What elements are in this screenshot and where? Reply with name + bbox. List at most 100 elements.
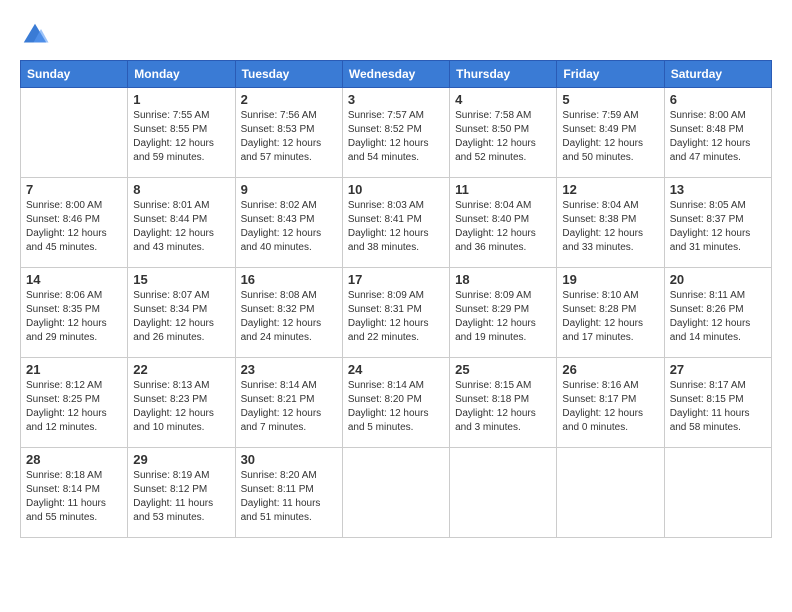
calendar-cell: 5 Sunrise: 7:59 AM Sunset: 8:49 PM Daylig…	[557, 88, 664, 178]
day-info: Sunrise: 7:56 AM Sunset: 8:53 PM Dayligh…	[241, 109, 337, 165]
calendar-cell: 4 Sunrise: 7:58 AM Sunset: 8:50 PM Daylig…	[450, 88, 557, 178]
day-info: Sunrise: 7:55 AM Sunset: 8:55 PM Dayligh…	[133, 109, 229, 165]
calendar-cell: 25Sunrise: 8:15 AM Sunset: 8:18 PM Dayli…	[450, 358, 557, 448]
day-number: 4	[455, 92, 551, 107]
calendar-cell: 16 Sunrise: 8:08 AM Sunset: 8:32 PM Dayli…	[235, 268, 342, 358]
calendar-cell: 13Sunrise: 8:05 AM Sunset: 8:37 PM Dayli…	[664, 178, 771, 268]
column-header-wednesday: Wednesday	[342, 61, 449, 88]
day-info: Sunrise: 8:20 AM Sunset: 8:11 PM Dayligh…	[241, 469, 337, 525]
day-number: 24	[348, 362, 444, 377]
week-row-3: 14 Sunrise: 8:06 AM Sunset: 8:35 PM Dayli…	[21, 268, 772, 358]
column-header-tuesday: Tuesday	[235, 61, 342, 88]
day-info: Sunrise: 8:07 AM Sunset: 8:34 PM Dayligh…	[133, 289, 229, 345]
day-number: 5	[562, 92, 658, 107]
day-number: 16	[241, 272, 337, 287]
day-number: 30	[241, 452, 337, 467]
header-row: SundayMondayTuesdayWednesdayThursdayFrid…	[21, 61, 772, 88]
day-number: 11	[455, 182, 551, 197]
day-number: 17	[348, 272, 444, 287]
day-number: 1	[133, 92, 229, 107]
logo-icon	[20, 20, 50, 50]
calendar-cell: 15Sunrise: 8:07 AM Sunset: 8:34 PM Dayli…	[128, 268, 235, 358]
day-info: Sunrise: 7:57 AM Sunset: 8:52 PM Dayligh…	[348, 109, 444, 165]
calendar-cell: 28 Sunrise: 8:18 AM Sunset: 8:14 PM Dayli…	[21, 448, 128, 538]
day-info: Sunrise: 8:08 AM Sunset: 8:32 PM Dayligh…	[241, 289, 337, 345]
column-header-saturday: Saturday	[664, 61, 771, 88]
calendar-cell: 19 Sunrise: 8:10 AM Sunset: 8:28 PM Dayli…	[557, 268, 664, 358]
day-info: Sunrise: 8:01 AM Sunset: 8:44 PM Dayligh…	[133, 199, 229, 255]
day-info: Sunrise: 8:12 AM Sunset: 8:25 PM Dayligh…	[26, 379, 122, 435]
day-number: 21	[26, 362, 122, 377]
column-header-friday: Friday	[557, 61, 664, 88]
day-info: Sunrise: 8:03 AM Sunset: 8:41 PM Dayligh…	[348, 199, 444, 255]
day-info: Sunrise: 8:04 AM Sunset: 8:38 PM Dayligh…	[562, 199, 658, 255]
day-info: Sunrise: 7:58 AM Sunset: 8:50 PM Dayligh…	[455, 109, 551, 165]
calendar-cell: 24 Sunrise: 8:14 AM Sunset: 8:20 PM Dayli…	[342, 358, 449, 448]
calendar-cell: 7 Sunrise: 8:00 AM Sunset: 8:46 PM Daylig…	[21, 178, 128, 268]
day-number: 10	[348, 182, 444, 197]
calendar-cell: 29 Sunrise: 8:19 AM Sunset: 8:12 PM Dayli…	[128, 448, 235, 538]
calendar-cell: 17Sunrise: 8:09 AM Sunset: 8:31 PM Dayli…	[342, 268, 449, 358]
day-number: 9	[241, 182, 337, 197]
calendar-cell: 11 Sunrise: 8:04 AM Sunset: 8:40 PM Dayli…	[450, 178, 557, 268]
calendar-cell: 2 Sunrise: 7:56 AM Sunset: 8:53 PM Daylig…	[235, 88, 342, 178]
day-info: Sunrise: 8:06 AM Sunset: 8:35 PM Dayligh…	[26, 289, 122, 345]
calendar-cell: 21 Sunrise: 8:12 AM Sunset: 8:25 PM Dayli…	[21, 358, 128, 448]
column-header-sunday: Sunday	[21, 61, 128, 88]
day-info: Sunrise: 8:11 AM Sunset: 8:26 PM Dayligh…	[670, 289, 766, 345]
day-info: Sunrise: 8:09 AM Sunset: 8:29 PM Dayligh…	[455, 289, 551, 345]
day-number: 23	[241, 362, 337, 377]
day-info: Sunrise: 8:19 AM Sunset: 8:12 PM Dayligh…	[133, 469, 229, 525]
day-number: 20	[670, 272, 766, 287]
calendar-cell: 6 Sunrise: 8:00 AM Sunset: 8:48 PM Daylig…	[664, 88, 771, 178]
calendar-cell: 10 Sunrise: 8:03 AM Sunset: 8:41 PM Dayli…	[342, 178, 449, 268]
column-header-thursday: Thursday	[450, 61, 557, 88]
page-header	[20, 20, 772, 50]
day-number: 14	[26, 272, 122, 287]
day-number: 27	[670, 362, 766, 377]
calendar-cell: 8 Sunrise: 8:01 AM Sunset: 8:44 PM Daylig…	[128, 178, 235, 268]
calendar-cell	[450, 448, 557, 538]
calendar-cell	[21, 88, 128, 178]
day-info: Sunrise: 7:59 AM Sunset: 8:49 PM Dayligh…	[562, 109, 658, 165]
day-info: Sunrise: 8:10 AM Sunset: 8:28 PM Dayligh…	[562, 289, 658, 345]
day-info: Sunrise: 8:00 AM Sunset: 8:46 PM Dayligh…	[26, 199, 122, 255]
day-number: 2	[241, 92, 337, 107]
day-info: Sunrise: 8:02 AM Sunset: 8:43 PM Dayligh…	[241, 199, 337, 255]
day-number: 19	[562, 272, 658, 287]
calendar-cell: 22Sunrise: 8:13 AM Sunset: 8:23 PM Dayli…	[128, 358, 235, 448]
week-row-1: 1 Sunrise: 7:55 AM Sunset: 8:55 PM Daylig…	[21, 88, 772, 178]
day-number: 28	[26, 452, 122, 467]
day-info: Sunrise: 8:18 AM Sunset: 8:14 PM Dayligh…	[26, 469, 122, 525]
calendar-cell	[557, 448, 664, 538]
calendar-cell: 20 Sunrise: 8:11 AM Sunset: 8:26 PM Dayli…	[664, 268, 771, 358]
logo	[20, 20, 54, 50]
calendar-cell: 3 Sunrise: 7:57 AM Sunset: 8:52 PM Daylig…	[342, 88, 449, 178]
calendar-table: SundayMondayTuesdayWednesdayThursdayFrid…	[20, 60, 772, 538]
week-row-4: 21 Sunrise: 8:12 AM Sunset: 8:25 PM Dayli…	[21, 358, 772, 448]
calendar-cell: 27 Sunrise: 8:17 AM Sunset: 8:15 PM Dayli…	[664, 358, 771, 448]
day-number: 25	[455, 362, 551, 377]
day-info: Sunrise: 8:14 AM Sunset: 8:20 PM Dayligh…	[348, 379, 444, 435]
day-number: 8	[133, 182, 229, 197]
day-info: Sunrise: 8:04 AM Sunset: 8:40 PM Dayligh…	[455, 199, 551, 255]
day-info: Sunrise: 8:13 AM Sunset: 8:23 PM Dayligh…	[133, 379, 229, 435]
column-header-monday: Monday	[128, 61, 235, 88]
day-number: 7	[26, 182, 122, 197]
day-info: Sunrise: 8:17 AM Sunset: 8:15 PM Dayligh…	[670, 379, 766, 435]
calendar-cell	[664, 448, 771, 538]
day-number: 6	[670, 92, 766, 107]
week-row-5: 28 Sunrise: 8:18 AM Sunset: 8:14 PM Dayli…	[21, 448, 772, 538]
day-number: 12	[562, 182, 658, 197]
calendar-cell: 9 Sunrise: 8:02 AM Sunset: 8:43 PM Daylig…	[235, 178, 342, 268]
calendar-cell: 26Sunrise: 8:16 AM Sunset: 8:17 PM Dayli…	[557, 358, 664, 448]
calendar-cell: 23Sunrise: 8:14 AM Sunset: 8:21 PM Dayli…	[235, 358, 342, 448]
calendar-cell: 18 Sunrise: 8:09 AM Sunset: 8:29 PM Dayli…	[450, 268, 557, 358]
day-number: 29	[133, 452, 229, 467]
day-number: 18	[455, 272, 551, 287]
calendar-cell: 12 Sunrise: 8:04 AM Sunset: 8:38 PM Dayli…	[557, 178, 664, 268]
calendar-cell: 30 Sunrise: 8:20 AM Sunset: 8:11 PM Dayli…	[235, 448, 342, 538]
day-number: 3	[348, 92, 444, 107]
calendar-cell	[342, 448, 449, 538]
day-info: Sunrise: 8:00 AM Sunset: 8:48 PM Dayligh…	[670, 109, 766, 165]
